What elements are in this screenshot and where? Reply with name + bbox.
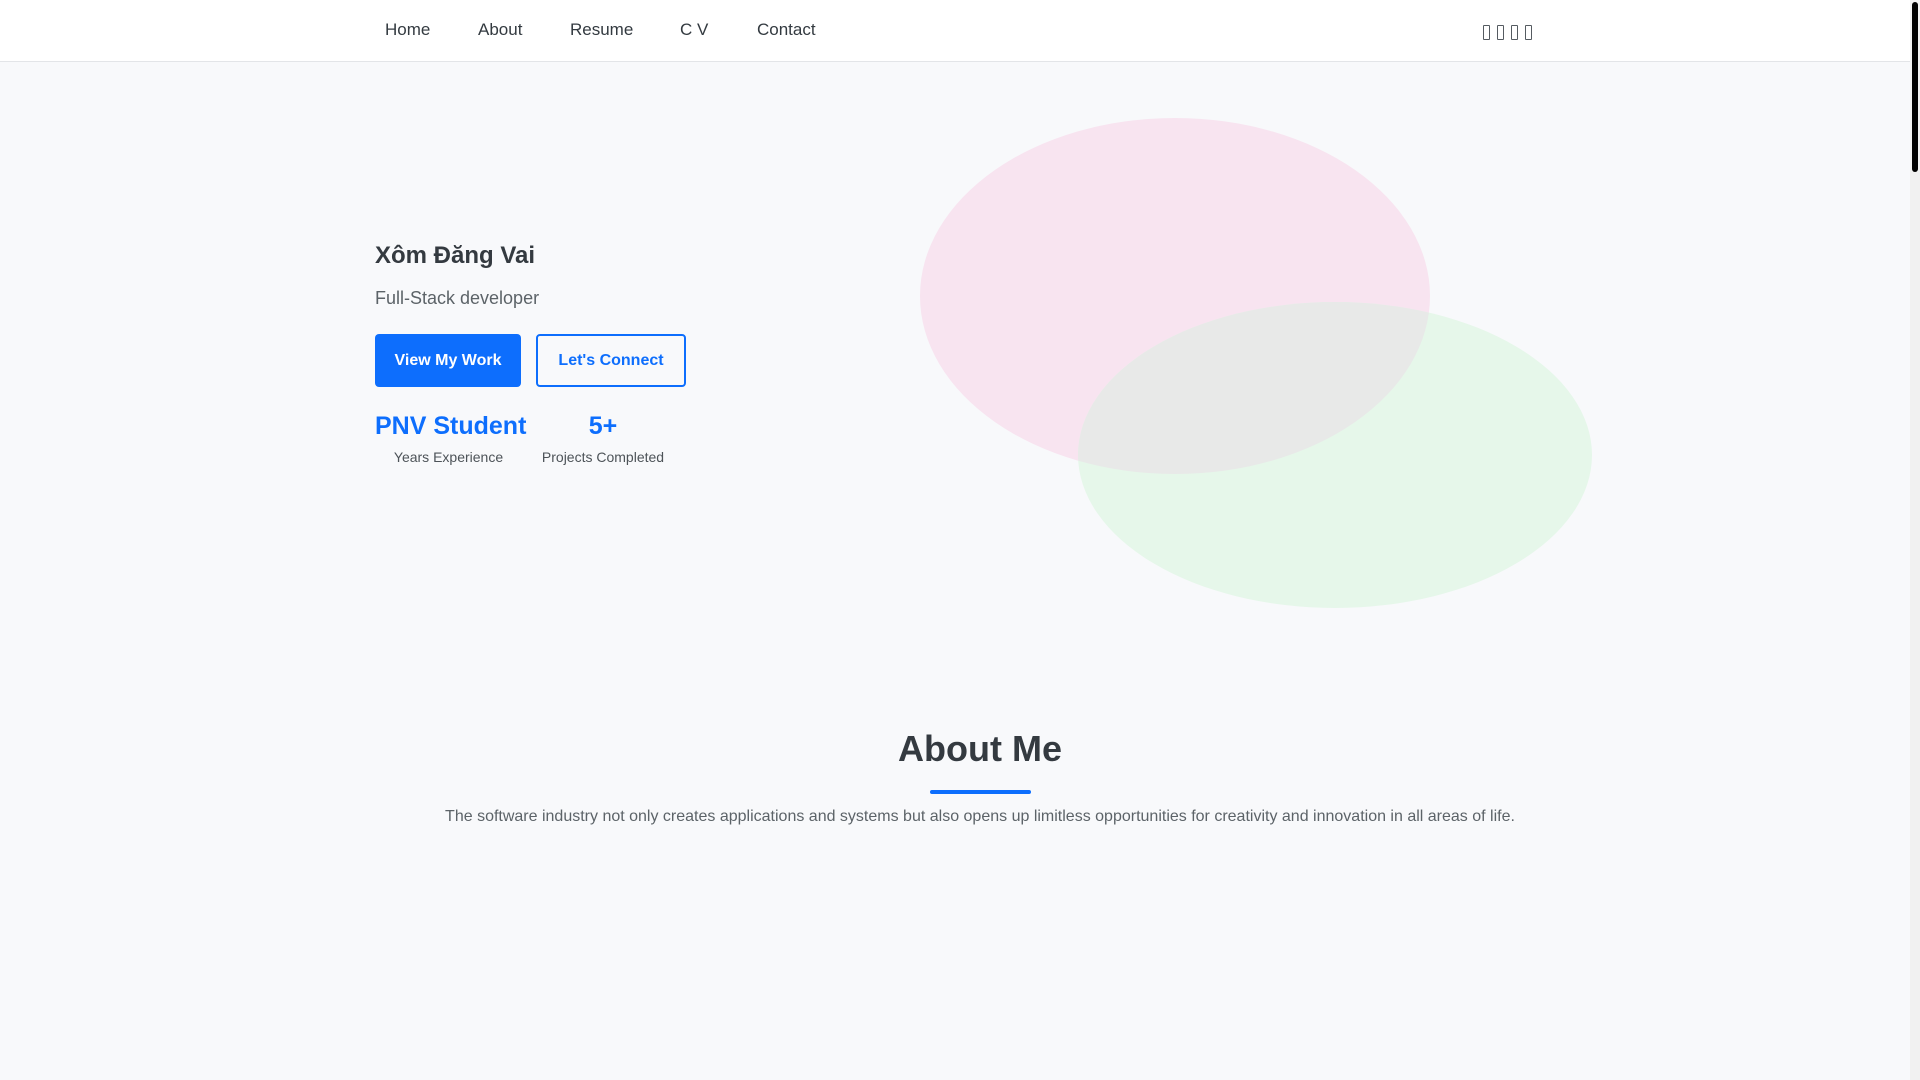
stat-student-value: PNV Student [375, 412, 527, 440]
hero-name: Xôm Đăng Vai [375, 242, 536, 269]
view-my-work-button[interactable]: View My Work [375, 334, 521, 387]
stat-student-label: Years Experience [393, 449, 504, 465]
about-title-underline [930, 790, 1031, 794]
vertical-scrollbar[interactable] [1910, 0, 1920, 1080]
hero-role: Full-Stack developer [375, 288, 540, 308]
social-icon-2[interactable] [1497, 25, 1504, 40]
social-icon-1[interactable] [1483, 25, 1490, 40]
viewport: Home About Resume C V Contact Xôm Đăng V… [0, 0, 1910, 1080]
social-icon-3[interactable] [1511, 25, 1518, 40]
navbar: Home About Resume C V Contact [0, 0, 1910, 62]
scrollbar-thumb[interactable] [1912, 2, 1918, 172]
stat-projects-value: 5+ [588, 412, 618, 440]
nav-resume-link[interactable]: Resume [570, 20, 633, 40]
page: Home About Resume C V Contact Xôm Đăng V… [0, 0, 1920, 1080]
nav-about-link[interactable]: About [478, 20, 522, 40]
social-icon-4[interactable] [1525, 25, 1532, 40]
lets-connect-button[interactable]: Let's Connect [536, 334, 686, 387]
about-description: The software industry not only creates a… [445, 808, 1515, 825]
social-icons [1483, 25, 1532, 40]
nav-contact-link[interactable]: Contact [757, 20, 816, 40]
stat-projects-label: Projects Completed [541, 449, 665, 465]
nav-home-link[interactable]: Home [385, 20, 430, 40]
hero-decorative-blobs [920, 118, 1592, 608]
nav-cv-link[interactable]: C V [680, 20, 708, 40]
about-title: About Me [898, 728, 1062, 769]
